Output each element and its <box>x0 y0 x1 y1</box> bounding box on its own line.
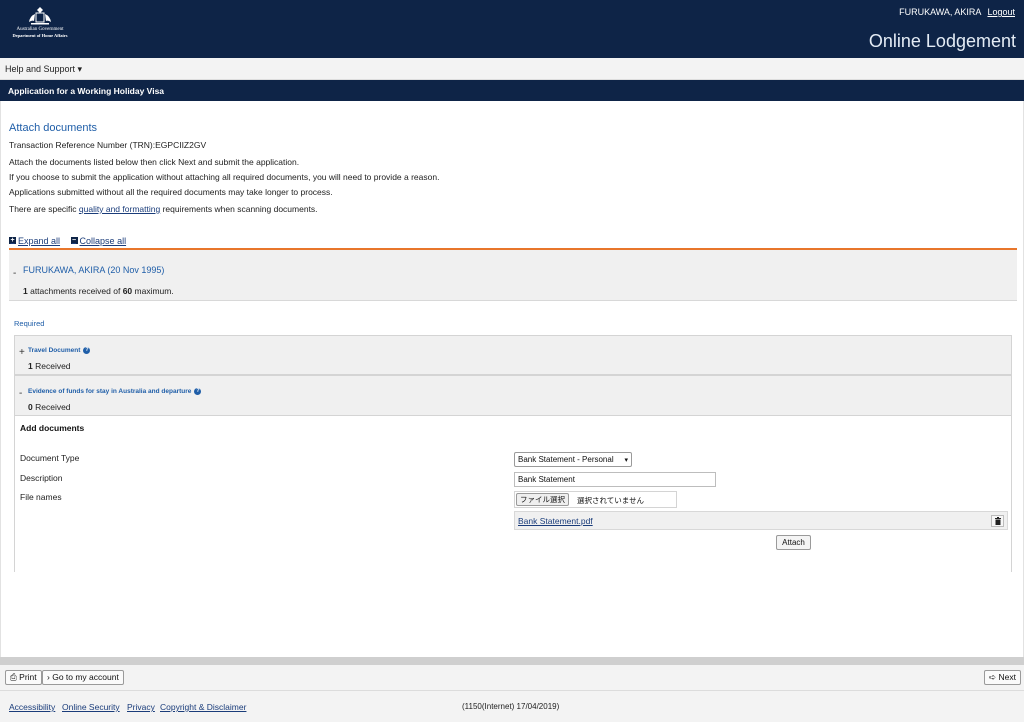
user-box: FURUKAWA, AKIRA Logout <box>899 7 1015 17</box>
chevron-down-icon: ▾ <box>624 457 628 464</box>
no-file-selected: 選択されていません <box>577 496 645 505</box>
print-label: Print <box>19 672 37 682</box>
print-icon: ⎙ <box>10 672 20 682</box>
document-label-text: Evidence of funds for stay in Australia … <box>28 388 192 395</box>
next-button[interactable]: ➪ Next <box>984 670 1021 685</box>
document-label[interactable]: Travel Document? <box>28 347 91 354</box>
required-label: Required <box>14 319 45 328</box>
file-names-label: File names <box>20 492 62 502</box>
applicant-name[interactable]: FURUKAWA, AKIRA (20 Nov 1995) <box>23 265 164 275</box>
instruction-line-4-post: requirements when scanning documents. <box>160 204 318 214</box>
online-security-link[interactable]: Online Security <box>62 702 120 712</box>
top-header: Australian Government Department of Home… <box>0 0 1024 58</box>
footer-separator <box>0 657 1024 665</box>
attachment-count-mid: attachments received of <box>27 286 123 296</box>
instruction-line-4: There are specific quality and formattin… <box>9 204 318 214</box>
instruction-line-2: If you choose to submit the application … <box>9 172 440 182</box>
document-type-label: Document Type <box>20 453 80 463</box>
attach-button[interactable]: Attach <box>776 535 811 550</box>
document-evidence-of-funds: - Evidence of funds for stay in Australi… <box>14 375 1012 416</box>
accessibility-link[interactable]: Accessibility <box>9 702 55 712</box>
choose-file-button[interactable]: ファイル選択 <box>516 493 569 506</box>
instruction-line-1: Attach the documents listed below then c… <box>9 157 300 167</box>
help-bar: Help and Support ▾ <box>0 58 1024 80</box>
government-logo: Australian Government Department of Home… <box>6 5 74 39</box>
minus-icon: − <box>70 237 78 244</box>
applicant-panel: - FURUKAWA, AKIRA (20 Nov 1995) 1 attach… <box>9 250 1017 301</box>
attachments-max: 60 <box>122 286 133 296</box>
expand-all-button[interactable]: + Expand all <box>9 236 60 246</box>
attachment-count: 1 attachments received of 60 maximum. <box>23 286 174 296</box>
attach-documents-heading: Attach documents <box>9 122 98 134</box>
expand-all-label: Expand all <box>18 235 61 246</box>
footer-links: Accessibility Online Security Privacy Co… <box>0 691 1024 722</box>
go-to-account-button[interactable]: › Go to my account <box>42 670 124 685</box>
description-input[interactable]: Bank Statement <box>514 472 716 487</box>
go-to-account-label: Go to my account <box>52 672 119 682</box>
collapse-all-button[interactable]: − Collapse all <box>70 235 127 246</box>
document-label-text: Travel Document <box>28 347 81 354</box>
document-received: 1 Received <box>28 361 71 371</box>
attachment-count-end: maximum. <box>132 286 174 296</box>
received-text: Received <box>32 361 71 371</box>
privacy-link[interactable]: Privacy <box>127 702 155 712</box>
help-icon[interactable]: ? <box>194 388 202 395</box>
main-content: Attach documents Transaction Reference N… <box>0 101 1024 657</box>
received-text: Received <box>32 402 71 412</box>
document-toggle[interactable]: - <box>19 388 22 399</box>
copyright-link[interactable]: Copyright & Disclaimer <box>160 702 246 712</box>
description-label: Description <box>20 473 63 483</box>
app-title: Online Lodgement <box>868 31 1016 51</box>
plus-icon: + <box>9 237 16 244</box>
add-documents-panel: Add documents Document Type Description … <box>14 416 1012 572</box>
page-title: Application for a Working Holiday Visa <box>8 86 165 96</box>
instruction-line-3: Applications submitted without all the r… <box>9 187 333 197</box>
file-input[interactable]: ファイル選択 選択されていません <box>514 491 677 508</box>
coat-of-arms-icon <box>29 7 51 25</box>
attached-file-row: Bank Statement.pdf <box>514 511 1008 530</box>
trash-icon[interactable] <box>991 515 1004 527</box>
collapse-all-label: Collapse all <box>79 235 127 246</box>
add-documents-title: Add documents <box>20 423 85 433</box>
document-travel: + Travel Document? 1 Received <box>14 335 1012 375</box>
applicant-toggle[interactable]: - <box>13 268 16 279</box>
help-icon[interactable]: ? <box>83 347 91 354</box>
version-info: (1150(Internet) 17/04/2019) <box>462 702 560 711</box>
document-received: 0 Received <box>28 402 71 412</box>
instruction-line-4-pre: There are specific <box>9 204 79 214</box>
department-name: Department of Home Affairs <box>12 33 68 38</box>
user-name: FURUKAWA, AKIRA <box>899 7 981 17</box>
quality-formatting-link[interactable]: quality and formatting <box>79 204 160 214</box>
page-title-bar: Application for a Working Holiday Visa <box>0 80 1024 101</box>
attached-file-link[interactable]: Bank Statement.pdf <box>518 516 593 526</box>
help-and-support-menu[interactable]: Help and Support ▾ <box>5 64 82 75</box>
expand-collapse-controls: + Expand all − Collapse all <box>9 234 134 246</box>
trn-line: Transaction Reference Number (TRN):EGPCI… <box>9 140 207 150</box>
logout-link[interactable]: Logout <box>987 7 1015 17</box>
document-type-value: Bank Statement - Personal <box>518 455 614 464</box>
document-type-select[interactable]: Bank Statement - Personal ▾ <box>514 452 632 467</box>
action-bar: ⎙ Print › Go to my account ➪ Next <box>0 665 1024 691</box>
document-label[interactable]: Evidence of funds for stay in Australia … <box>28 388 202 395</box>
print-button[interactable]: ⎙ Print <box>5 670 42 685</box>
document-toggle[interactable]: + <box>19 347 25 358</box>
next-label: Next <box>998 672 1016 682</box>
